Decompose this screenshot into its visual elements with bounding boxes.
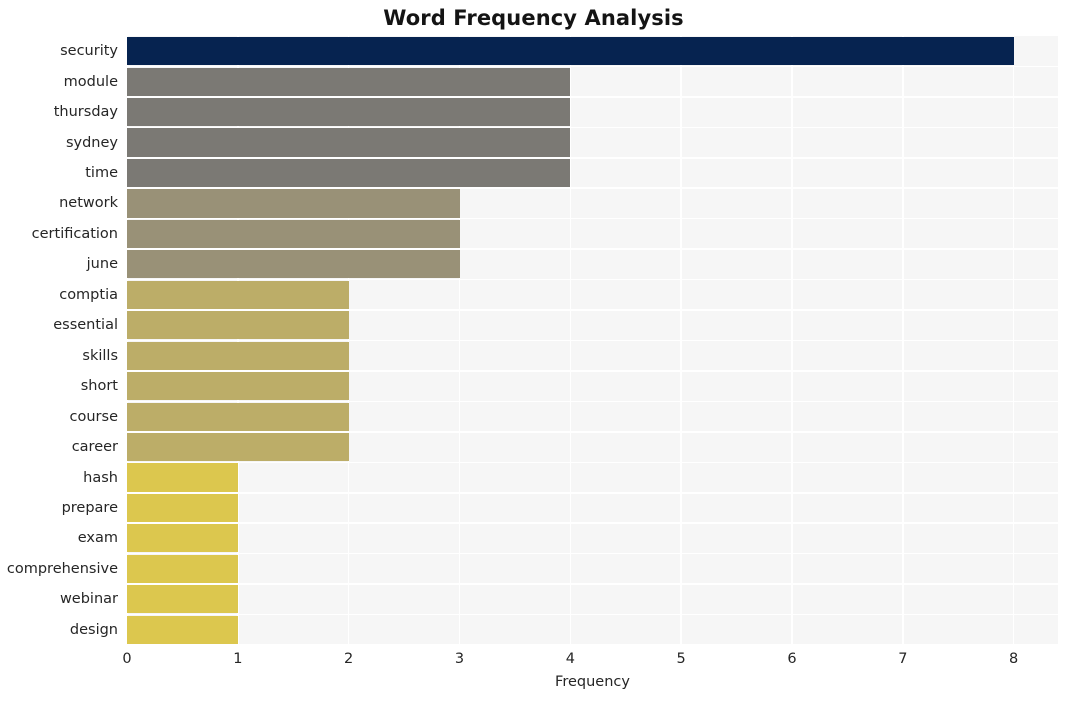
bar-short bbox=[127, 372, 349, 401]
bar-network bbox=[127, 189, 460, 218]
bar-june bbox=[127, 250, 460, 279]
bar-row bbox=[127, 493, 1058, 523]
bar-comprehensive bbox=[127, 554, 238, 583]
y-tick-label-june: june bbox=[86, 256, 118, 273]
bar-row bbox=[127, 585, 1058, 614]
bar-row bbox=[127, 402, 1058, 431]
x-tick-label-6: 6 bbox=[787, 651, 797, 667]
bar-security bbox=[127, 37, 1014, 66]
y-tick-label-career: career bbox=[71, 439, 118, 456]
y-tick-label-prepare: prepare bbox=[61, 499, 118, 516]
x-axis-label: Frequency bbox=[555, 674, 630, 690]
bar-course bbox=[127, 402, 349, 431]
bar-row bbox=[127, 341, 1058, 370]
bar-essential bbox=[127, 311, 349, 340]
bar-hash bbox=[127, 463, 238, 492]
x-tick-label-7: 7 bbox=[898, 651, 908, 667]
bar-career bbox=[127, 432, 349, 462]
bar-module bbox=[127, 67, 571, 96]
x-tick-label-1: 1 bbox=[233, 651, 243, 667]
y-tick-label-network: network bbox=[59, 195, 118, 212]
bar-row bbox=[127, 67, 1058, 96]
bar-comptia bbox=[127, 280, 349, 309]
y-tick-label-essential: essential bbox=[53, 317, 118, 334]
y-tick-label-course: course bbox=[69, 408, 118, 425]
bar-design bbox=[127, 615, 238, 644]
x-axis-tick-labels: 0 1 2 3 4 5 6 7 8 bbox=[0, 651, 1067, 673]
bar-skills bbox=[127, 341, 349, 370]
y-axis-tick-labels: security module thursday sydney time network c… bbox=[0, 36, 118, 645]
y-tick-label-sydney: sydney bbox=[65, 134, 118, 151]
bars-layer bbox=[127, 36, 1058, 646]
bar-row bbox=[127, 524, 1058, 553]
bar-row bbox=[127, 189, 1058, 218]
y-tick-label-skills: skills bbox=[82, 347, 118, 364]
bar-row bbox=[127, 37, 1058, 66]
y-tick-label-hash: hash bbox=[83, 469, 118, 486]
y-tick-label-certification: certification bbox=[31, 225, 118, 242]
y-tick-label-thursday: thursday bbox=[53, 104, 118, 121]
x-tick-label-8: 8 bbox=[1009, 651, 1019, 667]
bar-row bbox=[127, 280, 1058, 309]
bar-row bbox=[127, 219, 1058, 248]
bar-row bbox=[127, 128, 1058, 157]
bar-row bbox=[127, 432, 1058, 462]
bar-row bbox=[127, 554, 1058, 583]
bar-time bbox=[127, 158, 571, 188]
bar-thursday bbox=[127, 98, 571, 127]
word-frequency-bar-chart: Word Frequency Analysis security module th… bbox=[0, 0, 1067, 701]
bar-row bbox=[127, 158, 1058, 188]
bar-sydney bbox=[127, 128, 571, 157]
chart-title: Word Frequency Analysis bbox=[383, 6, 684, 30]
x-tick-label-3: 3 bbox=[454, 651, 465, 667]
y-tick-label-design: design bbox=[69, 621, 118, 638]
y-tick-label-short: short bbox=[80, 378, 118, 395]
x-tick-label-4: 4 bbox=[565, 651, 575, 667]
bar-row bbox=[127, 372, 1058, 401]
bar-row bbox=[127, 615, 1058, 644]
x-tick-label-5: 5 bbox=[676, 651, 686, 667]
y-tick-label-security: security bbox=[60, 43, 118, 60]
y-tick-label-comprehensive: comprehensive bbox=[6, 560, 118, 577]
bar-certification bbox=[127, 219, 460, 248]
bar-prepare bbox=[127, 493, 238, 523]
x-tick-label-0: 0 bbox=[122, 651, 132, 667]
bar-webinar bbox=[127, 585, 238, 614]
bar-exam bbox=[127, 524, 238, 553]
bar-row bbox=[127, 250, 1058, 279]
bar-row bbox=[127, 463, 1058, 492]
y-tick-label-time: time bbox=[85, 165, 118, 182]
bar-row bbox=[127, 311, 1058, 340]
bar-row bbox=[127, 98, 1058, 127]
y-tick-label-webinar: webinar bbox=[59, 591, 118, 608]
x-tick-label-2: 2 bbox=[344, 651, 354, 667]
y-tick-label-module: module bbox=[63, 73, 118, 90]
y-tick-label-comptia: comptia bbox=[59, 286, 118, 303]
y-gridline bbox=[127, 644, 1058, 646]
y-tick-label-exam: exam bbox=[77, 530, 118, 547]
